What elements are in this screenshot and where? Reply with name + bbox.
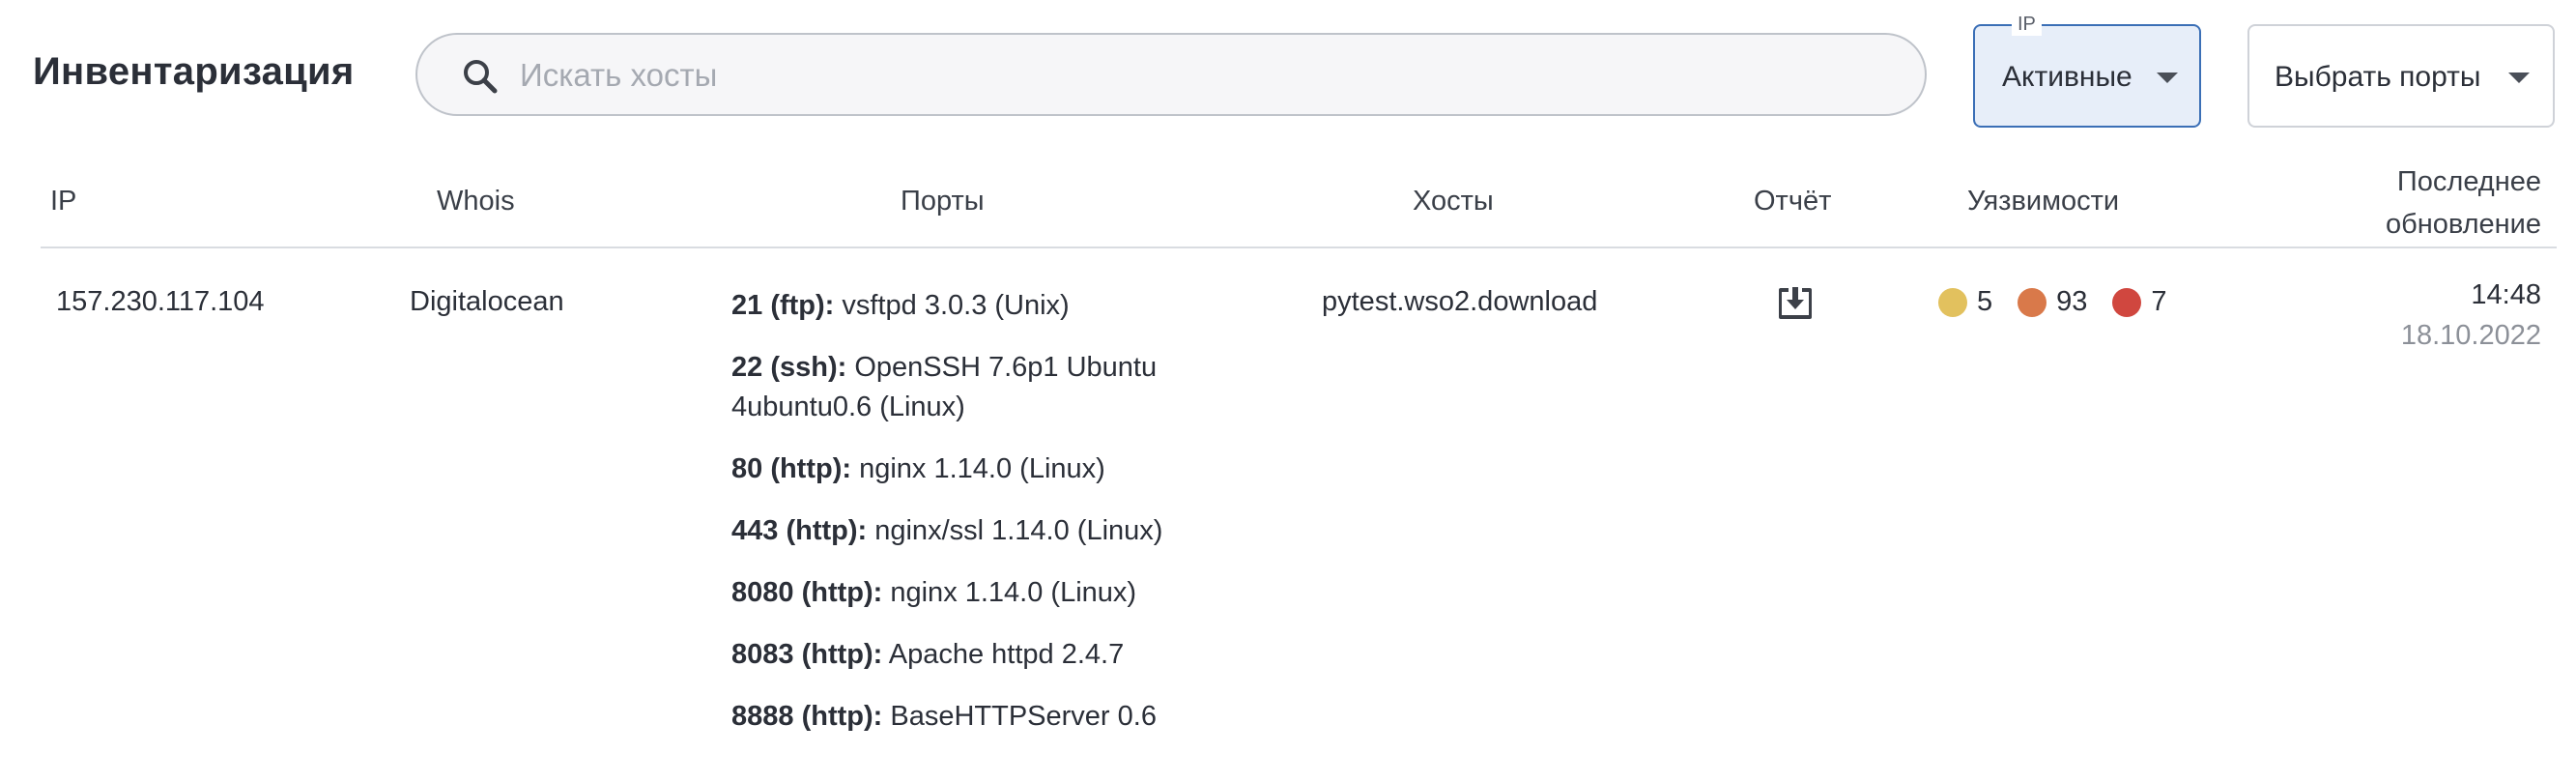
- column-header-last-updated-line1: Последнее: [2396, 166, 2541, 197]
- port-service: vsftpd 3.0.3 (Unix): [842, 290, 1070, 321]
- download-icon[interactable]: [1776, 284, 1815, 321]
- chevron-down-icon: [2508, 72, 2530, 83]
- port-label: 443 (http):: [731, 515, 868, 546]
- updated-time: 14:48: [2471, 279, 2541, 310]
- port-entry: 8080 (http): nginx 1.14.0 (Linux): [731, 573, 1253, 613]
- column-header-ports[interactable]: Порты: [901, 186, 985, 218]
- search-bar[interactable]: [415, 33, 1927, 116]
- port-label: 8080 (http):: [731, 577, 883, 608]
- row-ip: 157.230.117.104: [56, 286, 265, 317]
- header-divider: [41, 246, 2557, 248]
- page-title: Инвентаризация: [33, 50, 355, 93]
- column-header-whois[interactable]: Whois: [437, 186, 515, 218]
- port-label: 80 (http):: [731, 453, 852, 484]
- port-entry: 22 (ssh): OpenSSH 7.6p1 Ubuntu 4ubuntu0.…: [731, 348, 1253, 427]
- updated-date: 18.10.2022: [2400, 320, 2541, 351]
- vuln-medium-count: 93: [2056, 286, 2088, 317]
- port-service: BaseHTTPServer 0.6: [890, 701, 1157, 732]
- port-label: 22 (ssh):: [731, 352, 847, 383]
- port-entry: 8083 (http): Apache httpd 2.4.7: [731, 635, 1253, 675]
- vuln-low-count: 5: [1977, 286, 1993, 317]
- vuln-high-dot: [2112, 287, 2142, 317]
- column-header-last-updated-line2: обновление: [2385, 209, 2541, 240]
- row-vulnerabilities: 5 93 7: [1938, 286, 2192, 318]
- inventory-page: Инвентаризация IP Активные Выбрать порты…: [0, 0, 2576, 783]
- ip-status-dropdown[interactable]: IP Активные: [1973, 13, 2201, 128]
- port-service: Apache httpd 2.4.7: [888, 639, 1125, 670]
- vuln-high-count: 7: [2151, 286, 2167, 317]
- row-whois: Digitalocean: [410, 286, 564, 317]
- column-header-ip[interactable]: IP: [50, 186, 76, 218]
- port-service: nginx 1.14.0 (Linux): [890, 577, 1137, 608]
- row-host: pytest.wso2.download: [1322, 286, 1598, 317]
- column-header-hosts[interactable]: Хосты: [1413, 186, 1494, 218]
- search-icon: [464, 60, 498, 94]
- search-input[interactable]: [518, 35, 1875, 116]
- vuln-medium[interactable]: 93: [2018, 286, 2087, 318]
- port-service: nginx/ssl 1.14.0 (Linux): [874, 515, 1163, 546]
- port-label: 8083 (http):: [731, 639, 883, 670]
- port-label: 8888 (http):: [731, 701, 883, 732]
- row-ports-list: 21 (ftp): vsftpd 3.0.3 (Unix) 22 (ssh): …: [731, 286, 1253, 759]
- vuln-medium-dot: [2018, 287, 2047, 317]
- ip-dropdown-legend: IP: [2012, 13, 2042, 36]
- port-service: nginx 1.14.0 (Linux): [859, 453, 1105, 484]
- column-header-vulnerabilities[interactable]: Уязвимости: [1967, 186, 2119, 218]
- port-label: 21 (ftp):: [731, 290, 835, 321]
- port-entry: 21 (ftp): vsftpd 3.0.3 (Unix): [731, 286, 1253, 326]
- column-header-report[interactable]: Отчёт: [1754, 186, 1831, 218]
- chevron-down-icon: [2157, 72, 2178, 83]
- vuln-high[interactable]: 7: [2112, 286, 2167, 318]
- ports-dropdown-value: Выбрать порты: [2275, 61, 2481, 93]
- vuln-low-dot: [1938, 287, 1967, 317]
- column-header-last-updated[interactable]: Последнее обновление: [2386, 160, 2541, 246]
- ip-dropdown-value: Активные: [2002, 61, 2132, 93]
- ports-dropdown[interactable]: Выбрать порты: [2247, 24, 2555, 128]
- port-entry: 443 (http): nginx/ssl 1.14.0 (Linux): [731, 511, 1253, 551]
- port-entry: 80 (http): nginx 1.14.0 (Linux): [731, 450, 1253, 489]
- row-last-updated: 14:48 18.10.2022: [2401, 275, 2541, 356]
- port-entry: 8888 (http): BaseHTTPServer 0.6: [731, 697, 1253, 737]
- vuln-low[interactable]: 5: [1938, 286, 1992, 318]
